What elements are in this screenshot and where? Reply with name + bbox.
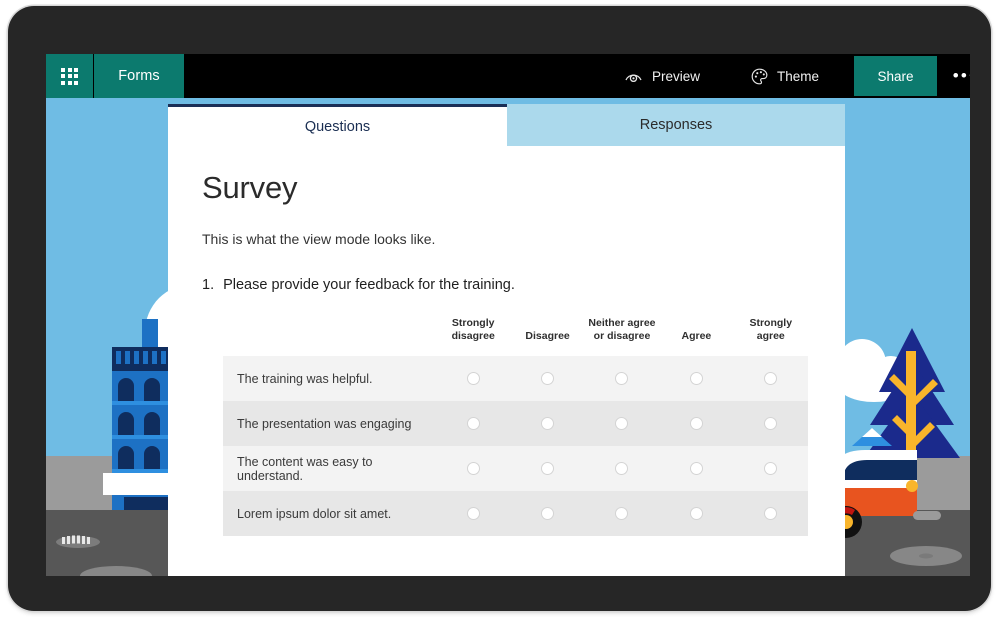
likert-column-header-0-line2: disagree xyxy=(436,330,510,343)
likert-cell-1-3[interactable] xyxy=(659,401,733,446)
table-row: Lorem ipsum dolor sit amet. xyxy=(223,491,808,536)
likert-cell-1-4[interactable] xyxy=(734,401,808,446)
form-body: Survey This is what the view mode looks … xyxy=(168,170,845,536)
waffle-grid-icon xyxy=(61,68,78,85)
likert-header-row: Strongly disagree Disagree Neither agree… xyxy=(223,317,808,356)
radio-button[interactable] xyxy=(541,372,554,385)
forms-app-name[interactable]: Forms xyxy=(94,54,184,98)
likert-column-header-4: Strongly agree xyxy=(734,317,808,356)
likert-cell-1-1[interactable] xyxy=(510,401,584,446)
likert-column-header-3-line1: Agree xyxy=(659,330,733,343)
eye-preview-icon xyxy=(624,69,643,83)
likert-cell-2-4[interactable] xyxy=(734,446,808,491)
likert-cell-0-0[interactable] xyxy=(436,356,510,401)
radio-button[interactable] xyxy=(690,372,703,385)
question-text: Please provide your feedback for the tra… xyxy=(223,277,515,293)
radio-button[interactable] xyxy=(541,462,554,475)
radio-button[interactable] xyxy=(615,462,628,475)
likert-cell-2-3[interactable] xyxy=(659,446,733,491)
likert-column-header-4-line2: agree xyxy=(734,330,808,343)
radio-button[interactable] xyxy=(690,462,703,475)
app-launcher-button[interactable] xyxy=(46,54,93,98)
radio-button[interactable] xyxy=(764,462,777,475)
likert-matrix-table: Strongly disagree Disagree Neither agree… xyxy=(223,317,808,536)
preview-label: Preview xyxy=(652,69,700,84)
radio-button[interactable] xyxy=(541,417,554,430)
likert-column-header-2-line1: Neither agree xyxy=(585,317,659,330)
question-1: 1. Please provide your feedback for the … xyxy=(202,277,845,293)
likert-row-label-0: The training was helpful. xyxy=(223,356,436,401)
likert-row-label-1: The presentation was engaging xyxy=(223,401,436,446)
radio-button[interactable] xyxy=(615,507,628,520)
likert-body: The training was helpful. The presentati… xyxy=(223,356,808,536)
likert-column-header-4-line1: Strongly xyxy=(734,317,808,330)
tab-questions[interactable]: Questions xyxy=(168,104,507,146)
likert-cell-0-4[interactable] xyxy=(734,356,808,401)
likert-cell-3-2[interactable] xyxy=(585,491,659,536)
tablet-screen: Questions Responses Survey This is what … xyxy=(46,54,970,576)
likert-cell-0-2[interactable] xyxy=(585,356,659,401)
likert-cell-0-3[interactable] xyxy=(659,356,733,401)
share-button[interactable]: Share xyxy=(854,56,937,96)
radio-button[interactable] xyxy=(690,417,703,430)
likert-cell-3-4[interactable] xyxy=(734,491,808,536)
likert-column-header-0: Strongly disagree xyxy=(436,317,510,356)
preview-button[interactable]: Preview xyxy=(624,54,700,98)
likert-corner-cell xyxy=(223,317,436,356)
likert-row-label-3: Lorem ipsum dolor sit amet. xyxy=(223,491,436,536)
likert-cell-0-1[interactable] xyxy=(510,356,584,401)
theme-button[interactable]: Theme xyxy=(751,54,819,98)
likert-column-header-1-line1: Disagree xyxy=(510,330,584,343)
form-description: This is what the view mode looks like. xyxy=(202,231,845,247)
likert-cell-2-1[interactable] xyxy=(510,446,584,491)
radio-button[interactable] xyxy=(764,417,777,430)
radio-button[interactable] xyxy=(467,417,480,430)
radio-button[interactable] xyxy=(467,462,480,475)
tab-responses[interactable]: Responses xyxy=(507,104,845,146)
likert-cell-3-1[interactable] xyxy=(510,491,584,536)
question-number: 1. xyxy=(202,277,214,293)
likert-column-header-3: Agree xyxy=(659,317,733,356)
likert-column-header-2: Neither agree or disagree xyxy=(585,317,659,356)
radio-button[interactable] xyxy=(690,507,703,520)
tablet-device-frame: Questions Responses Survey This is what … xyxy=(8,6,991,611)
command-bar: Forms Preview xyxy=(46,54,970,98)
palette-icon xyxy=(751,68,768,85)
likert-column-header-0-line1: Strongly xyxy=(436,317,510,330)
likert-row-label-2: The content was easy to understand. xyxy=(223,446,436,491)
radio-button[interactable] xyxy=(467,372,480,385)
radio-button[interactable] xyxy=(467,507,480,520)
likert-cell-3-3[interactable] xyxy=(659,491,733,536)
radio-button[interactable] xyxy=(764,372,777,385)
likert-cell-1-0[interactable] xyxy=(436,401,510,446)
likert-cell-3-0[interactable] xyxy=(436,491,510,536)
table-row: The presentation was engaging xyxy=(223,401,808,446)
likert-cell-2-2[interactable] xyxy=(585,446,659,491)
table-row: The training was helpful. xyxy=(223,356,808,401)
likert-cell-1-2[interactable] xyxy=(585,401,659,446)
likert-column-header-1: Disagree xyxy=(510,317,584,356)
form-card: Questions Responses Survey This is what … xyxy=(168,104,845,576)
radio-button[interactable] xyxy=(615,372,628,385)
page-title: Survey xyxy=(202,170,845,206)
theme-label: Theme xyxy=(777,69,819,84)
tab-strip: Questions Responses xyxy=(168,104,845,146)
radio-button[interactable] xyxy=(764,507,777,520)
likert-cell-2-0[interactable] xyxy=(436,446,510,491)
table-row: The content was easy to understand. xyxy=(223,446,808,491)
radio-button[interactable] xyxy=(541,507,554,520)
likert-column-header-2-line2: or disagree xyxy=(585,330,659,343)
radio-button[interactable] xyxy=(615,417,628,430)
more-ellipsis-icon[interactable]: ••• xyxy=(943,54,970,98)
